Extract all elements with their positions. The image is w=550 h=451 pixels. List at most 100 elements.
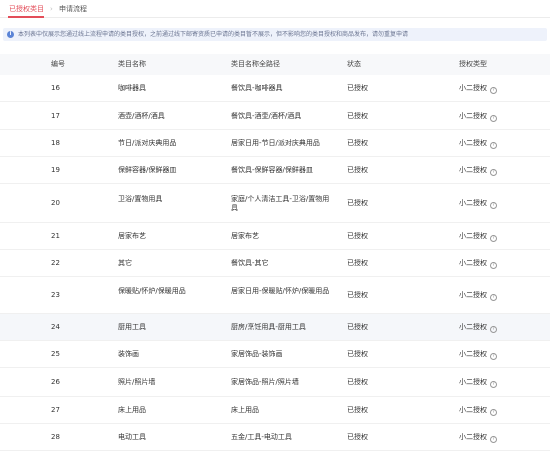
row-auth-type: 小二授权? bbox=[459, 199, 497, 209]
row-category-path: 家居饰品-照片/照片墙 bbox=[231, 378, 299, 386]
row-status: 已授权 bbox=[347, 323, 368, 331]
table-row: 19 保鲜容器/保鲜器皿 餐饮具-保鲜容器/保鲜器皿 已授权 小二授权? bbox=[0, 157, 550, 184]
row-category-path: 床上用品 bbox=[231, 406, 259, 414]
help-icon[interactable]: ? bbox=[490, 436, 497, 443]
info-icon: i bbox=[7, 31, 14, 38]
row-number: 27 bbox=[51, 406, 60, 414]
row-number: 22 bbox=[51, 259, 60, 267]
row-auth-type: 小二授权? bbox=[459, 323, 497, 333]
active-tab-indicator bbox=[8, 16, 44, 18]
table-row: 18 节日/派对庆典用品 居家日用-节日/派对庆典用品 已授权 小二授权? bbox=[0, 130, 550, 157]
row-status: 已授权 bbox=[347, 84, 368, 92]
row-category-path: 家庭/个人清洁工具-卫浴/置物用具 bbox=[231, 195, 330, 212]
auth-type-label: 小二授权 bbox=[459, 350, 487, 358]
table-row: 16 咖啡器具 餐饮具-咖啡器具 已授权 小二授权? bbox=[0, 75, 550, 102]
auth-type-label: 小二授权 bbox=[459, 259, 487, 267]
row-auth-type: 小二授权? bbox=[459, 84, 497, 94]
help-icon[interactable]: ? bbox=[490, 294, 497, 301]
row-auth-type: 小二授权? bbox=[459, 166, 497, 176]
row-category-name: 电动工具 bbox=[118, 433, 146, 441]
auth-type-label: 小二授权 bbox=[459, 323, 487, 331]
table-row: 26 照片/照片墙 家居饰品-照片/照片墙 已授权 小二授权? bbox=[0, 368, 550, 397]
row-status: 已授权 bbox=[347, 378, 368, 386]
auth-type-label: 小二授权 bbox=[459, 166, 487, 174]
auth-type-label: 小二授权 bbox=[459, 199, 487, 207]
row-category-name: 节日/派对庆典用品 bbox=[118, 139, 177, 147]
row-status: 已授权 bbox=[347, 406, 368, 414]
notice-banner: i 本列表中仅展示您通过线上流程申请的类目授权，之前通过线下邮寄资质已申请的类目… bbox=[3, 28, 547, 41]
row-status: 已授权 bbox=[347, 433, 368, 441]
row-status: 已授权 bbox=[347, 199, 368, 207]
help-icon[interactable]: ? bbox=[490, 353, 497, 360]
header-category-path: 类目名称全路径 bbox=[231, 60, 280, 68]
row-category-name: 厨用工具 bbox=[118, 323, 146, 331]
row-number: 20 bbox=[51, 199, 60, 207]
row-number: 21 bbox=[51, 232, 60, 240]
row-number: 26 bbox=[51, 378, 60, 386]
header-category-name: 类目名称 bbox=[118, 60, 146, 68]
help-icon[interactable]: ? bbox=[490, 142, 497, 149]
help-icon[interactable]: ? bbox=[490, 202, 497, 209]
help-icon[interactable]: ? bbox=[490, 87, 497, 94]
chevron-right-icon: › bbox=[50, 5, 53, 13]
row-status: 已授权 bbox=[347, 259, 368, 267]
table-row: 21 居家布艺 居家布艺 已授权 小二授权? bbox=[0, 223, 550, 250]
help-icon[interactable]: ? bbox=[490, 409, 497, 416]
row-auth-type: 小二授权? bbox=[459, 350, 497, 360]
row-auth-type: 小二授权? bbox=[459, 406, 497, 416]
row-category-path: 五金/工具-电动工具 bbox=[231, 433, 292, 441]
row-auth-type: 小二授权? bbox=[459, 433, 497, 443]
table-row: 24 厨用工具 厨房/烹饪用具-厨用工具 已授权 小二授权? bbox=[0, 314, 550, 341]
auth-type-label: 小二授权 bbox=[459, 232, 487, 240]
row-number: 18 bbox=[51, 139, 60, 147]
header-status: 状态 bbox=[347, 60, 361, 68]
help-icon[interactable]: ? bbox=[490, 169, 497, 176]
row-category-name: 咖啡器具 bbox=[118, 84, 146, 92]
table-header: 编号 类目名称 类目名称全路径 状态 授权类型 bbox=[0, 54, 550, 75]
row-category-path: 家居饰品-装饰画 bbox=[231, 350, 283, 358]
auth-type-label: 小二授权 bbox=[459, 139, 487, 147]
row-status: 已授权 bbox=[347, 112, 368, 120]
table-row: 27 床上用品 床上用品 已授权 小二授权? bbox=[0, 397, 550, 424]
help-icon[interactable]: ? bbox=[490, 235, 497, 242]
row-category-path: 餐饮具-咖啡器具 bbox=[231, 84, 283, 92]
row-category-name: 其它 bbox=[118, 259, 132, 267]
tab-bar: 已授权类目 › 申请流程 bbox=[0, 0, 550, 18]
help-icon[interactable]: ? bbox=[490, 326, 497, 333]
row-status: 已授权 bbox=[347, 166, 368, 174]
table-row: 23 保暖贴/怀炉/保暖用品 居家日用-保暖贴/怀炉/保暖用品 已授权 小二授权? bbox=[0, 277, 550, 314]
row-category-name: 装饰画 bbox=[118, 350, 139, 358]
row-status: 已授权 bbox=[347, 350, 368, 358]
help-icon[interactable]: ? bbox=[490, 262, 497, 269]
row-category-path: 餐饮具-酒壶/酒杯/酒具 bbox=[231, 112, 302, 120]
row-category-name: 卫浴/置物用具 bbox=[118, 195, 163, 203]
auth-type-label: 小二授权 bbox=[459, 84, 487, 92]
row-number: 23 bbox=[51, 291, 60, 299]
row-auth-type: 小二授权? bbox=[459, 291, 497, 301]
header-auth-type: 授权类型 bbox=[459, 60, 487, 68]
row-auth-type: 小二授权? bbox=[459, 259, 497, 269]
row-category-path: 餐饮具-保鲜容器/保鲜器皿 bbox=[231, 166, 313, 174]
table-row: 25 装饰画 家居饰品-装饰画 已授权 小二授权? bbox=[0, 341, 550, 368]
row-auth-type: 小二授权? bbox=[459, 112, 497, 122]
row-category-name: 保鲜容器/保鲜器皿 bbox=[118, 166, 177, 174]
row-auth-type: 小二授权? bbox=[459, 232, 497, 242]
row-number: 16 bbox=[51, 84, 60, 92]
auth-type-label: 小二授权 bbox=[459, 433, 487, 441]
row-category-path: 居家日用-节日/派对庆典用品 bbox=[231, 139, 320, 147]
auth-type-label: 小二授权 bbox=[459, 112, 487, 120]
table-row: 22 其它 餐饮具-其它 已授权 小二授权? bbox=[0, 250, 550, 277]
auth-type-label: 小二授权 bbox=[459, 406, 487, 414]
auth-type-label: 小二授权 bbox=[459, 378, 487, 386]
help-icon[interactable]: ? bbox=[490, 381, 497, 388]
row-status: 已授权 bbox=[347, 232, 368, 240]
tab-application-process[interactable]: 申请流程 bbox=[59, 5, 87, 14]
help-icon[interactable]: ? bbox=[490, 115, 497, 122]
table-row: 20 卫浴/置物用具 家庭/个人清洁工具-卫浴/置物用具 已授权 小二授权? bbox=[0, 184, 550, 223]
row-number: 19 bbox=[51, 166, 60, 174]
auth-type-label: 小二授权 bbox=[459, 291, 487, 299]
row-auth-type: 小二授权? bbox=[459, 139, 497, 149]
row-category-name: 酒壶/酒杯/酒具 bbox=[118, 112, 165, 120]
row-status: 已授权 bbox=[347, 291, 368, 299]
tab-authorized-categories[interactable]: 已授权类目 bbox=[9, 5, 44, 14]
